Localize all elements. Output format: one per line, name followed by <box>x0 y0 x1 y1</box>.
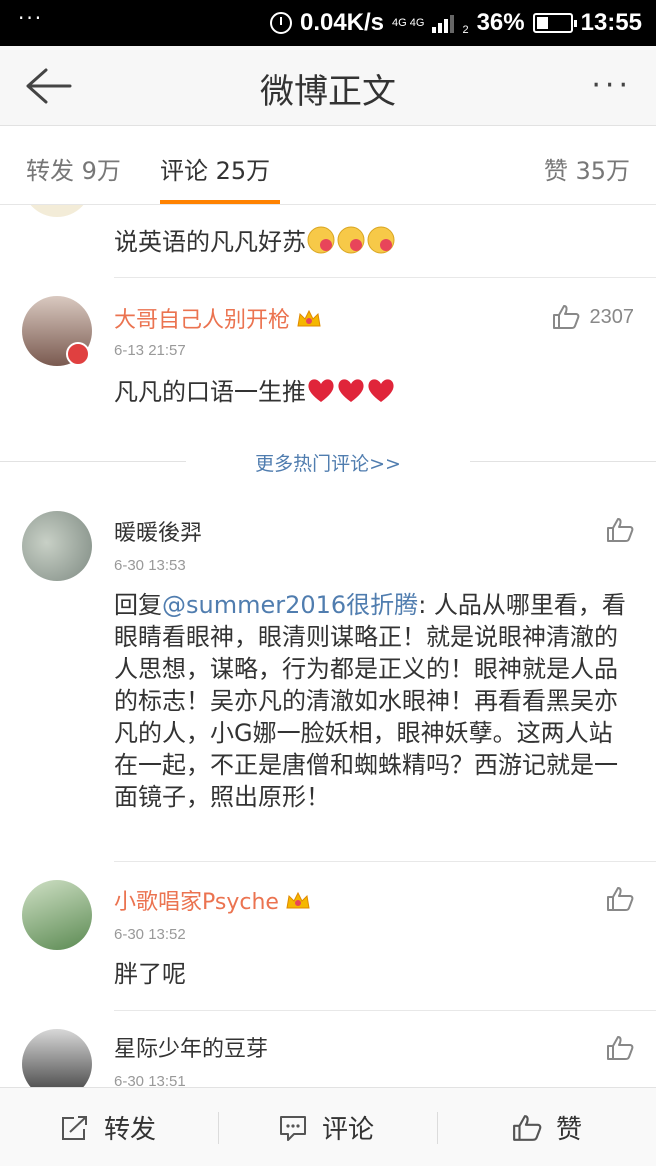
comment-text: 凡凡的口语一生推 <box>114 376 634 408</box>
comment-text: 胖了呢 <box>114 960 186 988</box>
verified-badge-icon <box>66 342 90 366</box>
comment-time: 6-30 13:52 <box>114 926 186 943</box>
comment-username[interactable]: 小歌唱家Psyche <box>114 884 311 916</box>
divider <box>114 1010 656 1011</box>
comment-button[interactable]: 评论 <box>278 1088 374 1166</box>
tab-comment[interactable]: 评论 25万 <box>160 151 270 186</box>
like-button[interactable] <box>606 886 634 912</box>
repost-icon <box>62 1115 87 1140</box>
battery-icon <box>532 13 577 33</box>
more-hot-comments-link[interactable]: 更多热门评论>> <box>0 449 656 476</box>
like-count: 2307 <box>589 305 635 328</box>
nav-bar: 微博正文 ··· <box>0 46 656 126</box>
divider <box>218 1112 219 1144</box>
avatar[interactable] <box>22 511 92 581</box>
comment-feed[interactable]: 说英语的凡凡好苏 大哥自己人别开枪 6-13 21:57 凡凡的口语一生推 23… <box>0 205 656 1087</box>
comment-time: 6-30 13:53 <box>114 557 186 574</box>
thumbs-up-icon <box>607 1036 634 1060</box>
thumbs-up-icon <box>552 305 579 329</box>
thumbs-up-icon <box>513 1114 542 1141</box>
heart-emoji-icon <box>308 379 334 402</box>
page-title: 微博正文 <box>260 72 396 112</box>
kiss-emoji-icon <box>307 226 335 254</box>
comment-text: 说英语的凡凡好苏 <box>114 225 634 258</box>
thumbs-up-icon <box>607 887 634 911</box>
vip-crown-icon <box>286 891 310 909</box>
avatar[interactable] <box>22 1029 92 1087</box>
like-post-button[interactable]: 赞 <box>512 1088 582 1166</box>
like-button[interactable] <box>606 517 634 543</box>
comment-time: 6-30 13:51 <box>114 1073 186 1087</box>
divider <box>114 861 656 862</box>
battery-percent: 36% <box>476 9 525 36</box>
like-button[interactable]: 2307 <box>552 304 635 330</box>
comment-username[interactable]: 星际少年的豆芽 <box>114 1031 268 1063</box>
kiss-emoji-icon <box>337 226 365 254</box>
network-speed: 0.04K/s <box>299 9 385 36</box>
bottom-action-bar: 转发 评论 赞 <box>0 1087 656 1166</box>
comment-icon <box>280 1115 306 1141</box>
vip-crown-icon <box>297 309 321 327</box>
tab-like[interactable]: 赞 35万 <box>544 151 630 186</box>
mention-link[interactable]: @summer2016很折腾 <box>162 591 418 619</box>
avatar[interactable] <box>22 205 92 217</box>
divider <box>470 461 656 462</box>
more-options-icon[interactable]: ··· <box>591 68 632 103</box>
comment-text: 回复@summer2016很折腾: 人品从哪里看，看眼睛看眼神，眼清则谋略正！就… <box>114 591 626 811</box>
sim-index: 2 <box>462 24 469 36</box>
divider <box>437 1112 438 1144</box>
comment-time: 6-13 21:57 <box>114 342 186 359</box>
thumbs-up-icon <box>607 518 634 542</box>
kiss-emoji-icon <box>367 226 395 254</box>
avatar[interactable] <box>22 880 92 950</box>
divider <box>114 277 656 278</box>
like-button[interactable] <box>606 1035 634 1061</box>
status-bar-right: 0.04K/s 4G 4G 2 36% 13:55 <box>269 0 642 46</box>
tab-bar: 转发 9万 评论 25万 赞 35万 <box>0 127 656 205</box>
comment-username[interactable]: 暖暖後羿 <box>114 515 202 547</box>
network-type: 4G 4G <box>392 16 425 29</box>
heart-emoji-icon <box>338 379 364 402</box>
notification-dots: ··· <box>18 6 44 30</box>
signal-icon <box>432 13 455 33</box>
clock: 13:55 <box>580 9 642 36</box>
comment-username[interactable]: 大哥自己人别开枪 <box>114 302 322 334</box>
heart-emoji-icon <box>368 379 394 402</box>
active-tab-indicator <box>160 200 280 204</box>
status-bar: ··· 0.04K/s 4G 4G 2 36% 13:55 <box>0 0 656 46</box>
alarm-icon <box>269 12 292 34</box>
repost-button[interactable]: 转发 <box>60 1088 156 1166</box>
tab-repost[interactable]: 转发 9万 <box>26 151 121 186</box>
